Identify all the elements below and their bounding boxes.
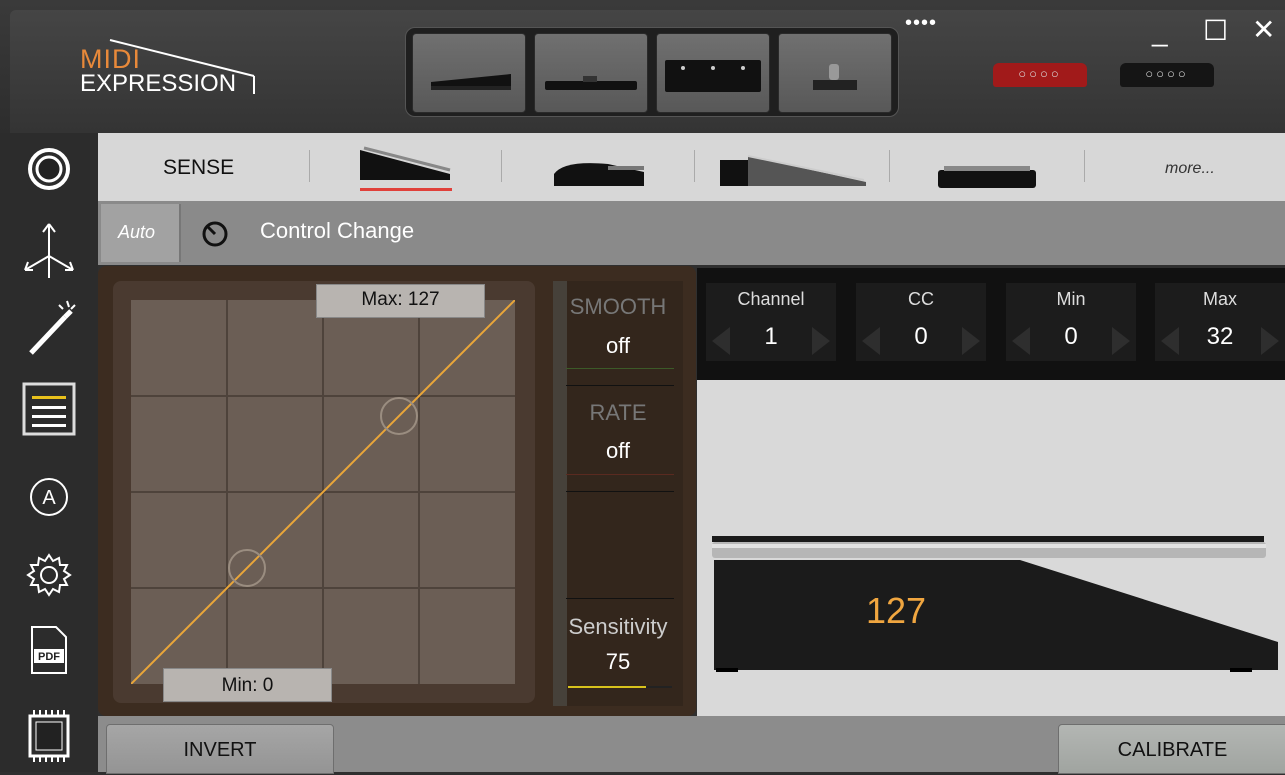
cc-label: CC	[908, 289, 934, 309]
settings-icon[interactable]	[0, 551, 98, 599]
min-stepper[interactable]: Min 0	[1006, 283, 1136, 361]
tab-divider	[309, 150, 310, 182]
sensitivity-fill	[568, 686, 646, 688]
sustain-pedal-icon	[545, 76, 637, 90]
tab-expression-pedal[interactable]	[354, 144, 456, 196]
tab-more[interactable]: more...	[1165, 160, 1215, 178]
logo-swoosh	[109, 39, 255, 94]
sensitivity-label[interactable]: Sensitivity	[553, 614, 683, 640]
channel-label: Channel	[737, 289, 805, 309]
tab-divider	[694, 150, 695, 182]
device-expression-pedal-button[interactable]	[412, 33, 526, 113]
device-single-switch-button[interactable]	[778, 33, 892, 113]
rate-indicator	[566, 474, 674, 475]
curve-graph[interactable]	[131, 300, 515, 684]
rate-value[interactable]: off	[553, 438, 683, 464]
smooth-indicator	[566, 368, 674, 369]
message-type-label[interactable]: Control Change	[260, 218, 414, 244]
auto-label: Auto	[118, 222, 156, 242]
curve-max-label[interactable]: Max: 127	[316, 284, 485, 318]
auto-icon[interactable]: A	[0, 475, 98, 519]
tab-divider	[501, 150, 502, 182]
black-connector[interactable]: ○○○○	[1120, 63, 1214, 87]
max-increment-icon[interactable]	[1261, 327, 1279, 355]
auto-glyph: A	[42, 487, 56, 509]
device-selector	[405, 27, 899, 117]
maximize-button[interactable]: ☐	[1203, 14, 1228, 47]
max-label: Max	[1202, 289, 1237, 309]
connector-pins-icon: ○○○○	[1018, 66, 1062, 81]
max-stepper[interactable]: Max 32	[1155, 283, 1285, 361]
channel-stepper[interactable]: Channel 1	[706, 283, 836, 361]
pdf-icon[interactable]: PDF	[0, 625, 98, 675]
tab-sustain-pedal[interactable]	[548, 148, 650, 190]
tab-flat-pedal[interactable]	[936, 158, 1038, 190]
smooth-label[interactable]: SMOOTH	[553, 294, 683, 320]
single-switch-icon	[813, 64, 857, 90]
pdf-text: PDF	[38, 651, 60, 663]
expression-pedal-icon	[431, 74, 511, 90]
volume-pedal-icon	[720, 155, 866, 186]
curve-min-label[interactable]: Min: 0	[163, 668, 332, 702]
minimize-button[interactable]: _	[1152, 16, 1168, 48]
close-button[interactable]: ✕	[1252, 13, 1275, 46]
sensitivity-value[interactable]: 75	[553, 649, 683, 675]
device-footswitch-button[interactable]	[656, 33, 770, 113]
pedal-position-value: 127	[866, 590, 927, 631]
param-divider	[566, 598, 674, 599]
tab-sense[interactable]: SENSE	[163, 156, 234, 180]
list-icon[interactable]	[0, 381, 98, 437]
menu-dots-button[interactable]: ••••	[905, 12, 937, 35]
pedal-type-tabs	[98, 133, 1285, 201]
cc-stepper[interactable]: CC 0	[856, 283, 986, 361]
min-increment-icon[interactable]	[1112, 327, 1130, 355]
footswitch-icon	[665, 60, 761, 92]
param-divider	[566, 385, 674, 386]
min-label: Min	[1056, 289, 1086, 309]
device-sustain-pedal-button[interactable]	[534, 33, 648, 113]
channel-increment-icon[interactable]	[812, 327, 830, 355]
connector-pins-icon: ○○○○	[1145, 66, 1189, 81]
magic-wand-icon[interactable]	[0, 297, 98, 357]
tab-divider	[1084, 150, 1085, 182]
sensitivity-slider[interactable]	[568, 686, 672, 688]
record-icon[interactable]	[0, 147, 98, 191]
sustain-pedal-icon	[554, 163, 644, 186]
invert-button[interactable]: INVERT	[106, 724, 334, 774]
flat-pedal-icon	[938, 166, 1036, 188]
chip-icon[interactable]	[0, 708, 98, 764]
calibrate-button[interactable]: CALIBRATE	[1058, 724, 1285, 774]
gauge-icon[interactable]	[200, 219, 230, 249]
expression-pedal-icon	[360, 146, 452, 191]
red-connector[interactable]: ○○○○	[993, 63, 1087, 87]
param-divider	[566, 491, 674, 492]
expression-pedal-illustration[interactable]	[710, 534, 1280, 674]
cc-increment-icon[interactable]	[962, 327, 980, 355]
smooth-value[interactable]: off	[553, 333, 683, 359]
tab-divider	[889, 150, 890, 182]
tab-volume-pedal[interactable]	[718, 148, 868, 190]
axis-icon[interactable]	[0, 220, 98, 280]
rate-label[interactable]: RATE	[553, 400, 683, 426]
